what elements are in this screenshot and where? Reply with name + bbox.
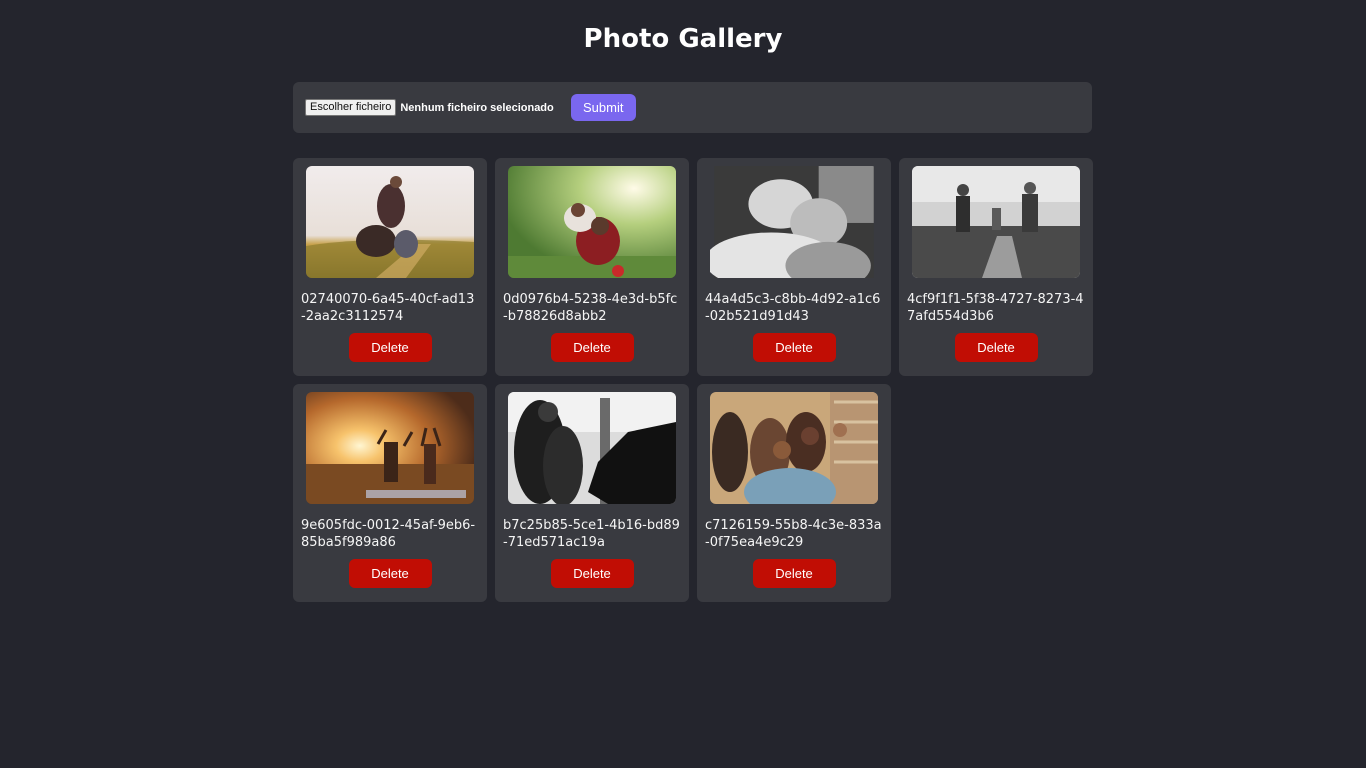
photo-thumbnail (508, 392, 676, 504)
photo-card: b7c25b85-5ce1-4b16-bd89-71ed571ac19a Del… (495, 384, 689, 602)
photo-thumbnail (306, 392, 474, 504)
photo-card: 4cf9f1f1-5f38-4727-8273-47afd554d3b6 Del… (899, 158, 1093, 376)
upload-form: Escolher ficheiro Nenhum ficheiro seleci… (293, 82, 1092, 133)
file-status-text: Nenhum ficheiro selecionado (400, 101, 554, 114)
photo-thumbnail (710, 392, 878, 504)
delete-button[interactable]: Delete (752, 333, 836, 362)
delete-button[interactable]: Delete (348, 333, 432, 362)
photo-thumbnail (912, 166, 1080, 278)
photo-card: 44a4d5c3-c8bb-4d92-a1c6-02b521d91d43 Del… (697, 158, 891, 376)
delete-button[interactable]: Delete (752, 559, 836, 588)
photo-card: c7126159-55b8-4c3e-833a-0f75ea4e9c29 Del… (697, 384, 891, 602)
delete-button[interactable]: Delete (550, 333, 634, 362)
photo-thumbnail (508, 166, 676, 278)
photo-grid: 02740070-6a45-40cf-ad13-2aa2c3112574 Del… (293, 158, 1093, 602)
delete-button[interactable]: Delete (954, 333, 1038, 362)
photo-card: 9e605fdc-0012-45af-9eb6-85ba5f989a86 Del… (293, 384, 487, 602)
photo-filename: c7126159-55b8-4c3e-833a-0f75ea4e9c29 (705, 518, 882, 550)
photo-filename: 4cf9f1f1-5f38-4727-8273-47afd554d3b6 (907, 292, 1084, 324)
delete-button[interactable]: Delete (550, 559, 634, 588)
delete-button[interactable]: Delete (348, 559, 432, 588)
photo-filename: 44a4d5c3-c8bb-4d92-a1c6-02b521d91d43 (705, 292, 881, 324)
photo-filename: 02740070-6a45-40cf-ad13-2aa2c3112574 (301, 292, 475, 324)
photo-filename: 0d0976b4-5238-4e3d-b5fc-b78826d8abb2 (503, 292, 678, 324)
photo-card: 0d0976b4-5238-4e3d-b5fc-b78826d8abb2 Del… (495, 158, 689, 376)
submit-button[interactable]: Submit (570, 94, 636, 121)
photo-thumbnail (306, 166, 474, 278)
photo-filename: 9e605fdc-0012-45af-9eb6-85ba5f989a86 (301, 518, 476, 550)
page-title: Photo Gallery (583, 24, 783, 54)
photo-filename: b7c25b85-5ce1-4b16-bd89-71ed571ac19a (503, 518, 680, 550)
photo-card: 02740070-6a45-40cf-ad13-2aa2c3112574 Del… (293, 158, 487, 376)
choose-file-button[interactable]: Escolher ficheiro (305, 99, 397, 116)
photo-thumbnail (710, 166, 878, 278)
